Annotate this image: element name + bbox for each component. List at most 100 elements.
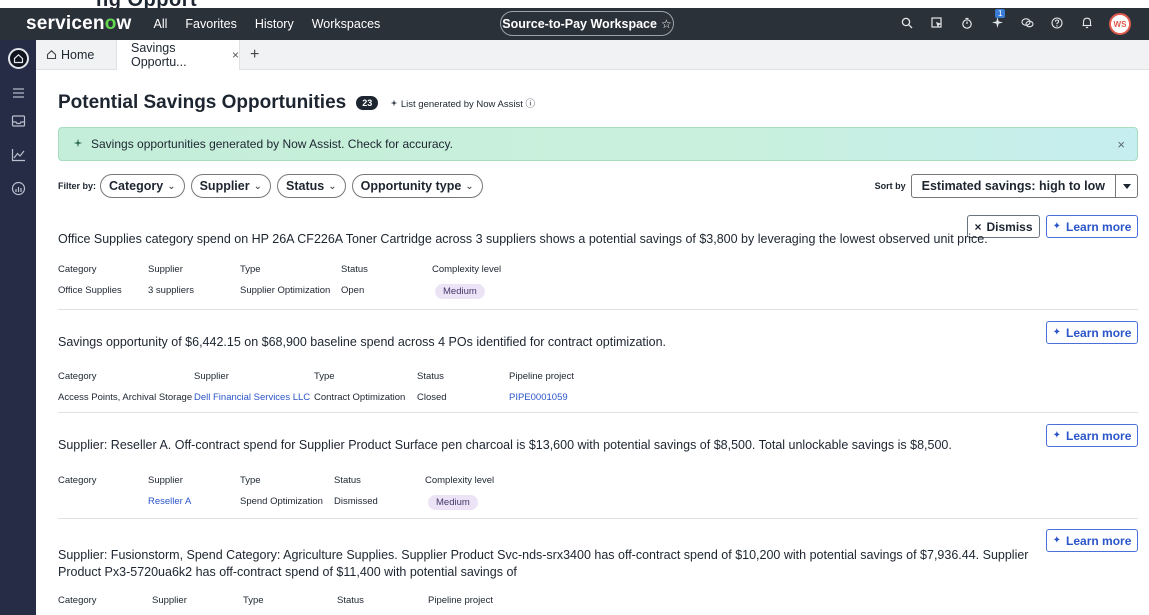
field-label: Type [240,475,261,486]
filter-label: Filter by: [58,181,97,191]
tab-savings-opportunities[interactable]: Savings Opportu... × [116,39,240,70]
nav-workspaces[interactable]: Workspaces [312,17,381,31]
field-label: Supplier [194,371,229,382]
sparkle-icon: ✦ [1052,535,1062,546]
count-badge: 23 [356,96,379,110]
filter-bar: Filter by: Category ⌄ Supplier ⌄ Status ⌄ O… [58,174,1138,198]
field-value: Contract Optimization [314,392,406,403]
learn-more-button[interactable]: ✦ Learn more [1046,529,1138,552]
home-icon[interactable] [8,48,29,69]
field-label: Category [58,264,97,275]
supplier-link[interactable]: Dell Financial Services LLC [194,392,310,403]
sort-value: Estimated savings: high to low [921,179,1105,193]
supplier-link[interactable]: Reseller A [148,496,191,507]
filter-opportunity-type[interactable]: Opportunity type ⌄ [351,174,483,198]
page-title: Potential Savings Opportunities [58,92,347,113]
field-value: Open [341,285,365,296]
sparkle-icon [73,138,83,151]
top-navigation-bar: servicenow All Favorites History Workspa… [0,8,1149,40]
nav-favorites[interactable]: Favorites [185,17,236,31]
partial-window-title: ng Opport [0,0,1149,8]
banner-text: Savings opportunities generated by Now A… [91,137,453,151]
gauge-icon[interactable] [9,181,27,197]
field-label: Supplier [152,595,187,606]
close-banner-icon[interactable]: × [1117,137,1125,152]
sort-select[interactable]: Estimated savings: high to low [910,174,1138,198]
sparkle-icon: ✦ [1052,430,1062,441]
field-label: Status [417,371,444,382]
field-label: Supplier [148,475,183,486]
timer-icon[interactable] [959,17,975,32]
servicenow-logo[interactable]: servicenow [26,13,132,35]
sparkle-icon: ✦ [1052,221,1062,232]
field-label: Type [243,595,264,606]
card-description: Office Supplies category spend on HP 26A… [58,232,988,246]
now-assist-banner: Savings opportunities generated by Now A… [58,127,1138,161]
generated-note: List generated by Now Assist ⓘ [390,96,535,110]
card-description: Supplier: Fusionstorm, Spend Category: A… [58,548,1029,579]
field-label: Category [58,595,97,606]
card-description: Supplier: Reseller A. Off-contract spend… [58,438,952,452]
sort-label: Sort by [874,181,906,191]
field-value: Closed [417,392,447,403]
opportunity-card: ✦ Learn more Supplier: Reseller A. Off-co… [58,424,1138,519]
left-sidebar [0,40,36,615]
field-label: Category [58,475,97,486]
learn-more-button[interactable]: ✦ Learn more [1046,321,1138,344]
bell-icon[interactable] [1079,16,1095,32]
tab-home-label: Home [61,47,95,62]
caret-down-icon[interactable] [1115,175,1137,197]
field-value: Office Supplies [58,285,122,296]
field-label: Status [334,475,361,486]
user-avatar[interactable]: WS [1109,13,1131,35]
star-icon[interactable]: ☆ [661,17,672,31]
home-outline-icon [46,50,57,60]
notification-count-badge: 1 [995,9,1006,18]
filter-supplier[interactable]: Supplier ⌄ [190,174,271,198]
workspace-selector-pill[interactable]: Source-to-Pay Workspace ☆ [500,11,674,36]
field-value: Supplier Optimization [240,285,331,296]
field-label: Complexity level [432,264,502,275]
field-value: Spend Optimization [240,496,323,507]
opportunity-card: × Dismiss ✦ Learn more Office Supplies cat… [58,215,1138,310]
field-label: Pipeline project [428,595,493,606]
learn-more-button[interactable]: ✦ Learn more [1046,215,1138,238]
filter-status[interactable]: Status ⌄ [277,174,346,198]
learn-more-button[interactable]: ✦ Learn more [1046,424,1138,447]
field-label: Status [337,595,364,606]
chevron-down-icon: ⌄ [328,180,337,192]
chevron-down-icon: ⌄ [253,180,262,192]
close-tab-icon[interactable]: × [232,48,239,62]
field-label: Supplier [148,264,183,275]
tab-active-label: Savings Opportu... [131,40,187,69]
add-tab-button[interactable]: + [250,46,259,64]
field-label: Category [58,371,97,382]
tab-home[interactable]: Home [36,40,116,70]
main-content: Potential Savings Opportunities 23 List … [36,71,1149,615]
inbox-icon[interactable] [9,114,27,130]
nav-all[interactable]: All [154,17,168,31]
field-value: 3 suppliers [148,285,194,296]
complexity-tag: Medium [428,495,478,510]
field-label: Type [240,264,261,275]
field-label: Status [341,264,368,275]
chevron-down-icon: ⌄ [465,180,474,192]
cursor-select-icon[interactable] [929,16,945,32]
search-icon[interactable] [899,17,915,32]
pipeline-project-link[interactable]: PIPE0001059 [509,392,568,403]
opportunity-card: ✦ Learn more Supplier: Fusionstorm, Spend… [58,529,1138,615]
list-icon[interactable] [9,86,27,102]
now-assist-sparkle-icon[interactable]: 1 [989,9,1006,32]
sparkle-icon: ✦ [1052,327,1062,338]
field-label: Type [314,371,335,382]
chat-icon[interactable] [1019,17,1035,32]
opportunity-card: ✦ Learn more Savings opportunity of $6,44… [58,321,1138,413]
filter-category[interactable]: Category ⌄ [100,174,185,198]
workspace-name: Source-to-Pay Workspace [502,16,657,31]
field-value: Dismissed [334,496,378,507]
help-icon[interactable] [1049,16,1065,32]
complexity-tag: Medium [435,284,485,299]
nav-history[interactable]: History [255,17,294,31]
card-description: Savings opportunity of $6,442.15 on $68,… [58,335,667,349]
analytics-chart-icon[interactable] [9,148,27,164]
